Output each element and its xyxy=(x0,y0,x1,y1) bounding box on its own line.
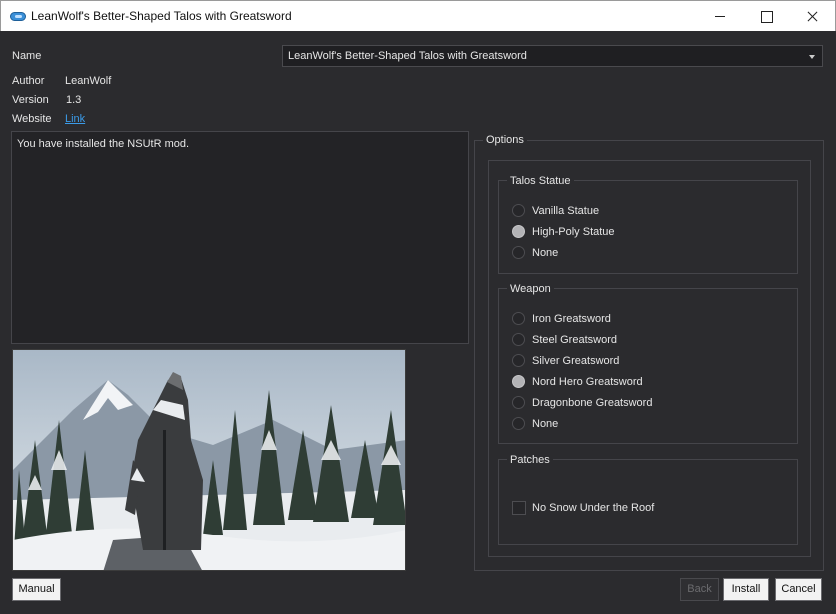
options-title: Options xyxy=(483,134,527,146)
radio-label[interactable]: High-Poly Statue xyxy=(532,226,615,238)
radio-label[interactable]: Iron Greatsword xyxy=(532,313,611,325)
mod-preview-image xyxy=(12,349,406,571)
name-label: Name xyxy=(12,50,42,62)
checkbox-no-snow-under-roof[interactable] xyxy=(512,501,526,515)
chevron-down-icon xyxy=(809,55,815,59)
radio-iron-greatsword[interactable] xyxy=(512,312,525,325)
version-value: 1.3 xyxy=(66,94,82,106)
back-button[interactable]: Back xyxy=(680,578,719,601)
version-label: Version xyxy=(12,94,49,106)
radio-label[interactable]: None xyxy=(532,247,558,259)
minimize-button[interactable] xyxy=(697,1,743,31)
name-dropdown-value: LeanWolf's Better-Shaped Talos with Grea… xyxy=(288,50,527,62)
radio-label[interactable]: Vanilla Statue xyxy=(532,205,599,217)
talos-statue-title: Talos Statue xyxy=(507,175,574,187)
website-label: Website xyxy=(12,113,52,125)
description-box[interactable]: You have installed the NSUtR mod. xyxy=(11,131,469,344)
manual-button[interactable]: Manual xyxy=(12,578,61,601)
radio-high-poly-statue[interactable] xyxy=(512,225,525,238)
radio-vanilla-statue[interactable] xyxy=(512,204,525,217)
title-bar: LeanWolf's Better-Shaped Talos with Grea… xyxy=(0,0,836,31)
radio-statue-none[interactable] xyxy=(512,246,525,259)
name-dropdown[interactable]: LeanWolf's Better-Shaped Talos with Grea… xyxy=(282,45,823,67)
radio-nord-hero-greatsword[interactable] xyxy=(512,375,525,388)
maximize-button[interactable] xyxy=(743,1,789,31)
author-label: Author xyxy=(12,75,45,87)
radio-dragonbone-greatsword[interactable] xyxy=(512,396,525,409)
install-button[interactable]: Install xyxy=(723,578,769,601)
radio-steel-greatsword[interactable] xyxy=(512,333,525,346)
radio-weapon-none[interactable] xyxy=(512,417,525,430)
radio-silver-greatsword[interactable] xyxy=(512,354,525,367)
description-text: You have installed the NSUtR mod. xyxy=(17,138,190,150)
author-value: LeanWolf xyxy=(65,75,112,87)
checkbox-label[interactable]: No Snow Under the Roof xyxy=(532,502,654,514)
app-icon xyxy=(10,12,26,21)
radio-label[interactable]: Nord Hero Greatsword xyxy=(532,376,643,388)
patches-title: Patches xyxy=(507,454,553,466)
cancel-button[interactable]: Cancel xyxy=(775,578,822,601)
weapon-title: Weapon xyxy=(507,283,554,295)
radio-label[interactable]: Steel Greatsword xyxy=(532,334,617,346)
radio-label[interactable]: Silver Greatsword xyxy=(532,355,619,367)
close-button[interactable] xyxy=(789,1,835,31)
radio-label[interactable]: Dragonbone Greatsword xyxy=(532,397,652,409)
window-title: LeanWolf's Better-Shaped Talos with Grea… xyxy=(31,9,292,23)
radio-label[interactable]: None xyxy=(532,418,558,430)
website-link[interactable]: Link xyxy=(65,113,85,125)
